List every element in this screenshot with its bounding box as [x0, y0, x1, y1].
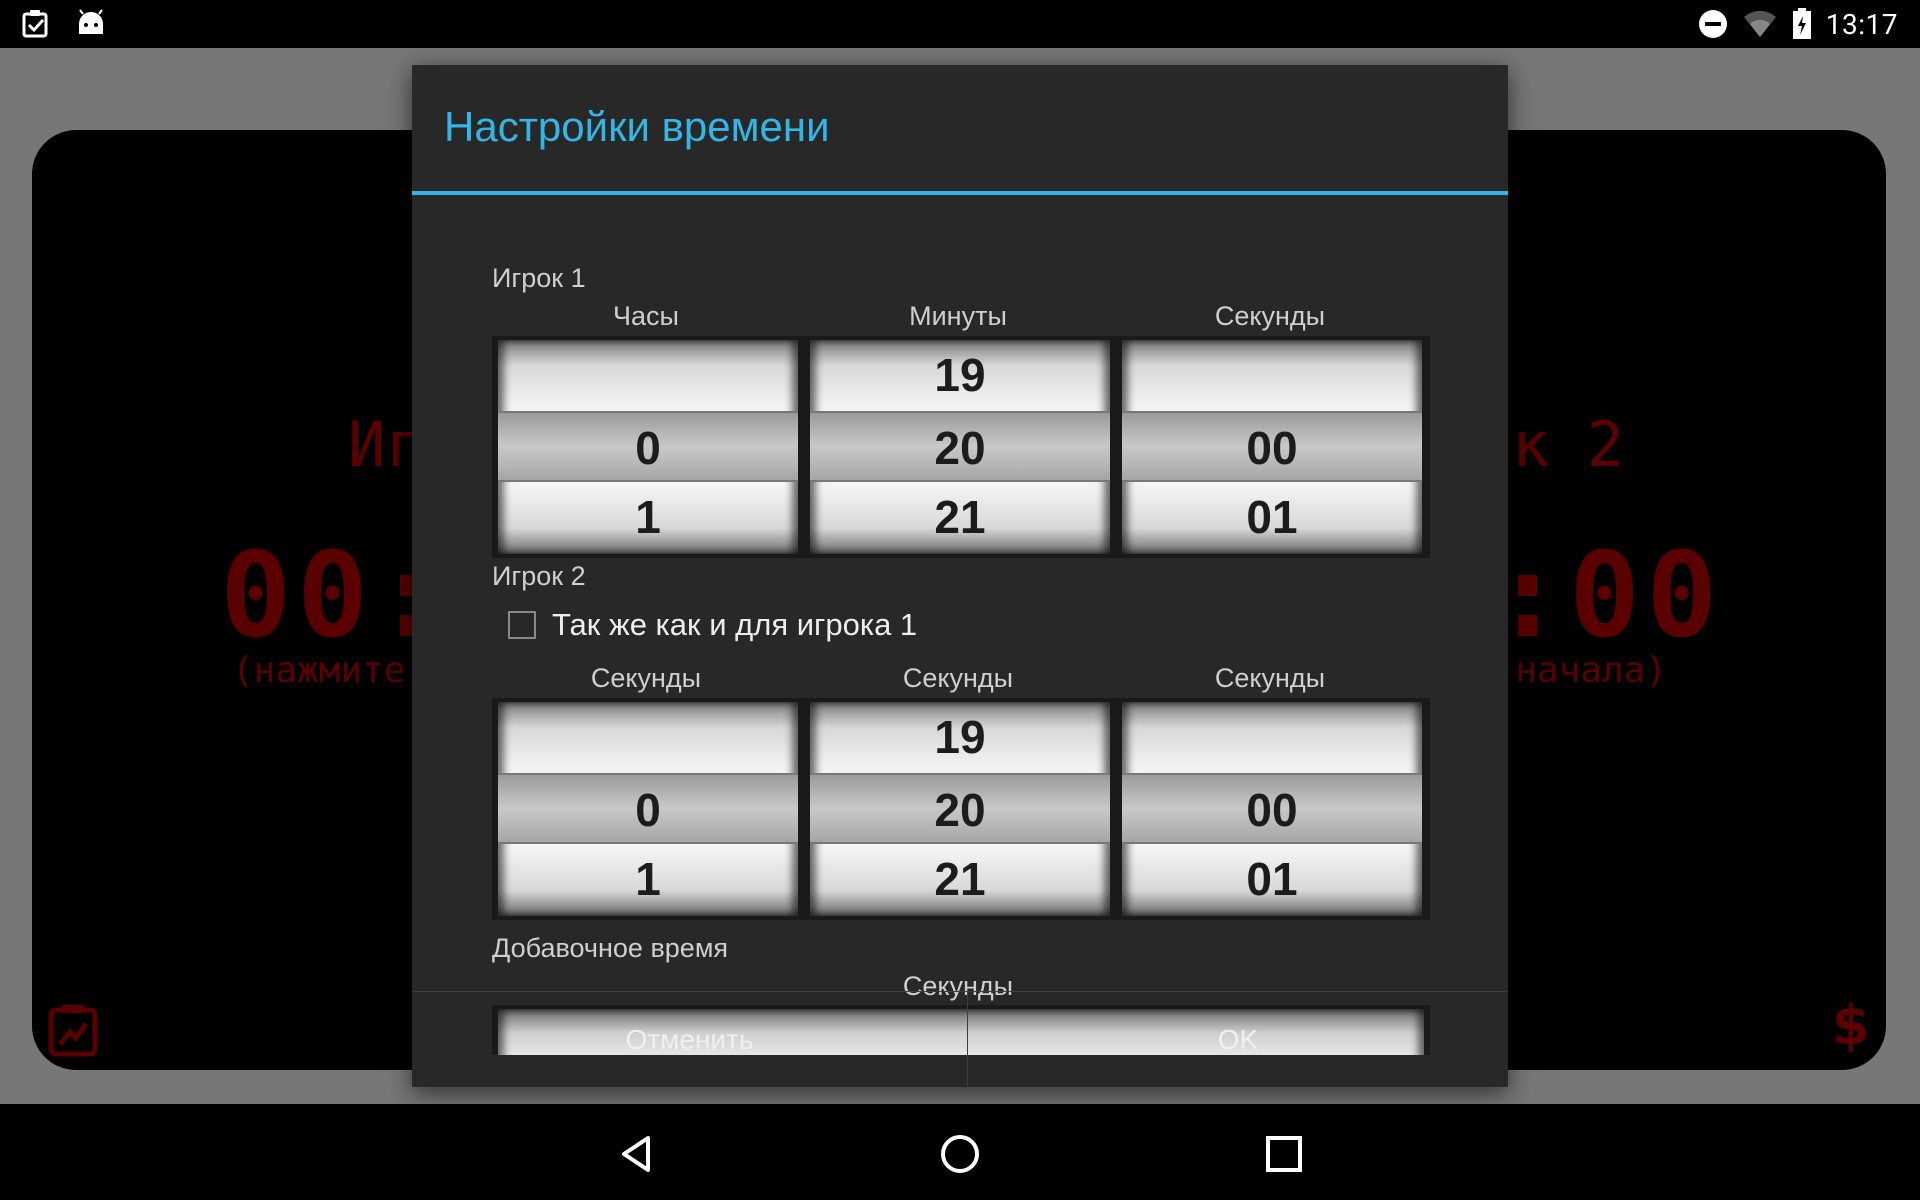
wheel-value: 01 — [1246, 491, 1298, 543]
player2-hours-wheel[interactable]: 0 1 — [498, 702, 798, 916]
player1-seconds-wheel[interactable]: 00 01 — [1122, 340, 1422, 554]
wheel-selected-value: 20 — [810, 411, 1110, 482]
wheel-selected-value: 20 — [810, 773, 1110, 844]
player2-seconds-wheel[interactable]: 00 01 — [1122, 702, 1422, 916]
same-as-player1-checkbox[interactable] — [508, 611, 536, 639]
wheel-value — [1122, 340, 1422, 411]
player1-seconds-label: Секунды — [1214, 301, 1326, 331]
cancel-button[interactable]: Отменить — [412, 992, 967, 1088]
wheel-value: 01 — [1246, 853, 1298, 905]
wheel-value: 1 — [635, 491, 661, 543]
wheel-value: 21 — [934, 853, 986, 905]
player1-minutes-label: Минуты — [909, 301, 1007, 331]
wheel-value — [1122, 702, 1422, 773]
clock: 13:17 — [1825, 7, 1898, 41]
player1-section-label: Игрок 1 — [492, 263, 586, 293]
home-icon[interactable] — [938, 1132, 982, 1176]
dollar-icon[interactable]: $ — [1832, 994, 1870, 1057]
stats-icon[interactable] — [48, 1004, 98, 1058]
player2-label: к 2 — [1512, 408, 1624, 481]
player2-time[interactable]: :00 — [1492, 526, 1723, 664]
player2-time-picker: 0 1 19 20 21 00 01 — [492, 698, 1430, 920]
wheel-selected-value: 0 — [498, 773, 798, 844]
player2-section-label: Игрок 2 — [492, 561, 586, 591]
back-icon[interactable] — [614, 1132, 658, 1176]
player2-minutes-wheel[interactable]: 19 20 21 — [810, 702, 1110, 916]
player1-hours-label: Часы — [613, 301, 679, 331]
player2-col1-label: Секунды — [590, 663, 702, 693]
wheel-value: 19 — [934, 349, 986, 401]
wheel-selected-value: 00 — [1122, 411, 1422, 482]
player1-time-picker: 0 1 19 20 21 00 01 — [492, 336, 1430, 558]
player2-col2-label: Секунды — [902, 663, 1014, 693]
dnd-icon — [1698, 10, 1727, 38]
dialog-content[interactable]: Игрок 1 Часы Минуты Секунды 0 1 19 20 21… — [412, 195, 1508, 1055]
recents-icon[interactable] — [1262, 1132, 1306, 1176]
android-icon — [79, 9, 103, 34]
wheel-value: 1 — [635, 853, 661, 905]
player2-col3-label: Секунды — [1214, 663, 1326, 693]
player1-hint: (нажмите — [232, 650, 406, 691]
dialog-button-bar: Отменить OK — [412, 991, 1508, 1088]
clipboard-check-icon — [22, 10, 48, 38]
wheel-selected-value: 00 — [1122, 773, 1422, 844]
wheel-value: 19 — [934, 711, 986, 763]
time-settings-dialog: Настройки времени Игрок 1 Часы Минуты Се… — [412, 65, 1508, 1088]
same-as-player1-row[interactable]: Так же как и для игрока 1 — [508, 607, 917, 643]
player1-minutes-wheel[interactable]: 19 20 21 — [810, 340, 1110, 554]
ok-button[interactable]: OK — [968, 992, 1508, 1088]
battery-icon — [1792, 8, 1811, 39]
same-as-player1-label[interactable]: Так же как и для игрока 1 — [552, 607, 917, 643]
extra-time-section-label: Добавочное время — [492, 933, 728, 963]
dialog-title: Настройки времени — [444, 103, 830, 150]
wheel-value — [498, 340, 798, 411]
wheel-value: 21 — [934, 491, 986, 543]
player1-hours-wheel[interactable]: 0 1 — [498, 340, 798, 554]
wifi-icon — [1743, 10, 1776, 37]
wheel-selected-value: 0 — [498, 411, 798, 482]
wheel-value — [498, 702, 798, 773]
navigation-bar — [0, 1104, 1920, 1200]
status-bar: 13:17 — [0, 0, 1920, 48]
